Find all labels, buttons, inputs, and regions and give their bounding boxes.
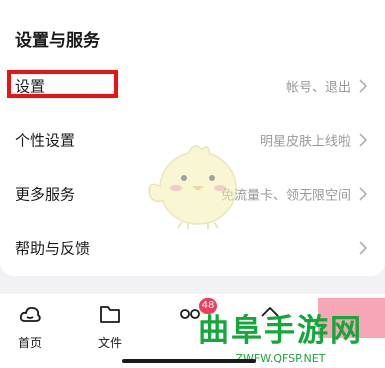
home-indicator bbox=[122, 359, 256, 363]
tab-files[interactable]: 文件 bbox=[80, 302, 140, 354]
watermark-text: 曲阜手游网 bbox=[198, 313, 363, 349]
help-feedback-row-label: 帮助与反馈 bbox=[15, 239, 91, 258]
chevron-right-icon bbox=[359, 133, 368, 147]
mascot-chick-icon bbox=[148, 145, 237, 229]
more-services-row-label: 更多服务 bbox=[15, 185, 76, 204]
tab-home-label: 首页 bbox=[17, 336, 42, 350]
chevron-right-icon bbox=[359, 79, 368, 93]
folder-icon bbox=[100, 306, 120, 323]
section-title: 设置与服务 bbox=[15, 31, 100, 51]
tab-home[interactable]: 首页 bbox=[0, 302, 60, 354]
chevron-right-icon bbox=[359, 241, 368, 255]
personalization-row-label: 个性设置 bbox=[15, 131, 76, 150]
personalization-row-hint: 明星皮肤上线啦 bbox=[259, 134, 351, 150]
settings-highlight-box bbox=[7, 70, 118, 98]
settings-row-hint: 帐号、退出 bbox=[285, 80, 351, 96]
chevron-right-icon bbox=[359, 187, 368, 201]
cloud-icon bbox=[19, 306, 41, 322]
tab-files-label: 文件 bbox=[97, 336, 122, 350]
